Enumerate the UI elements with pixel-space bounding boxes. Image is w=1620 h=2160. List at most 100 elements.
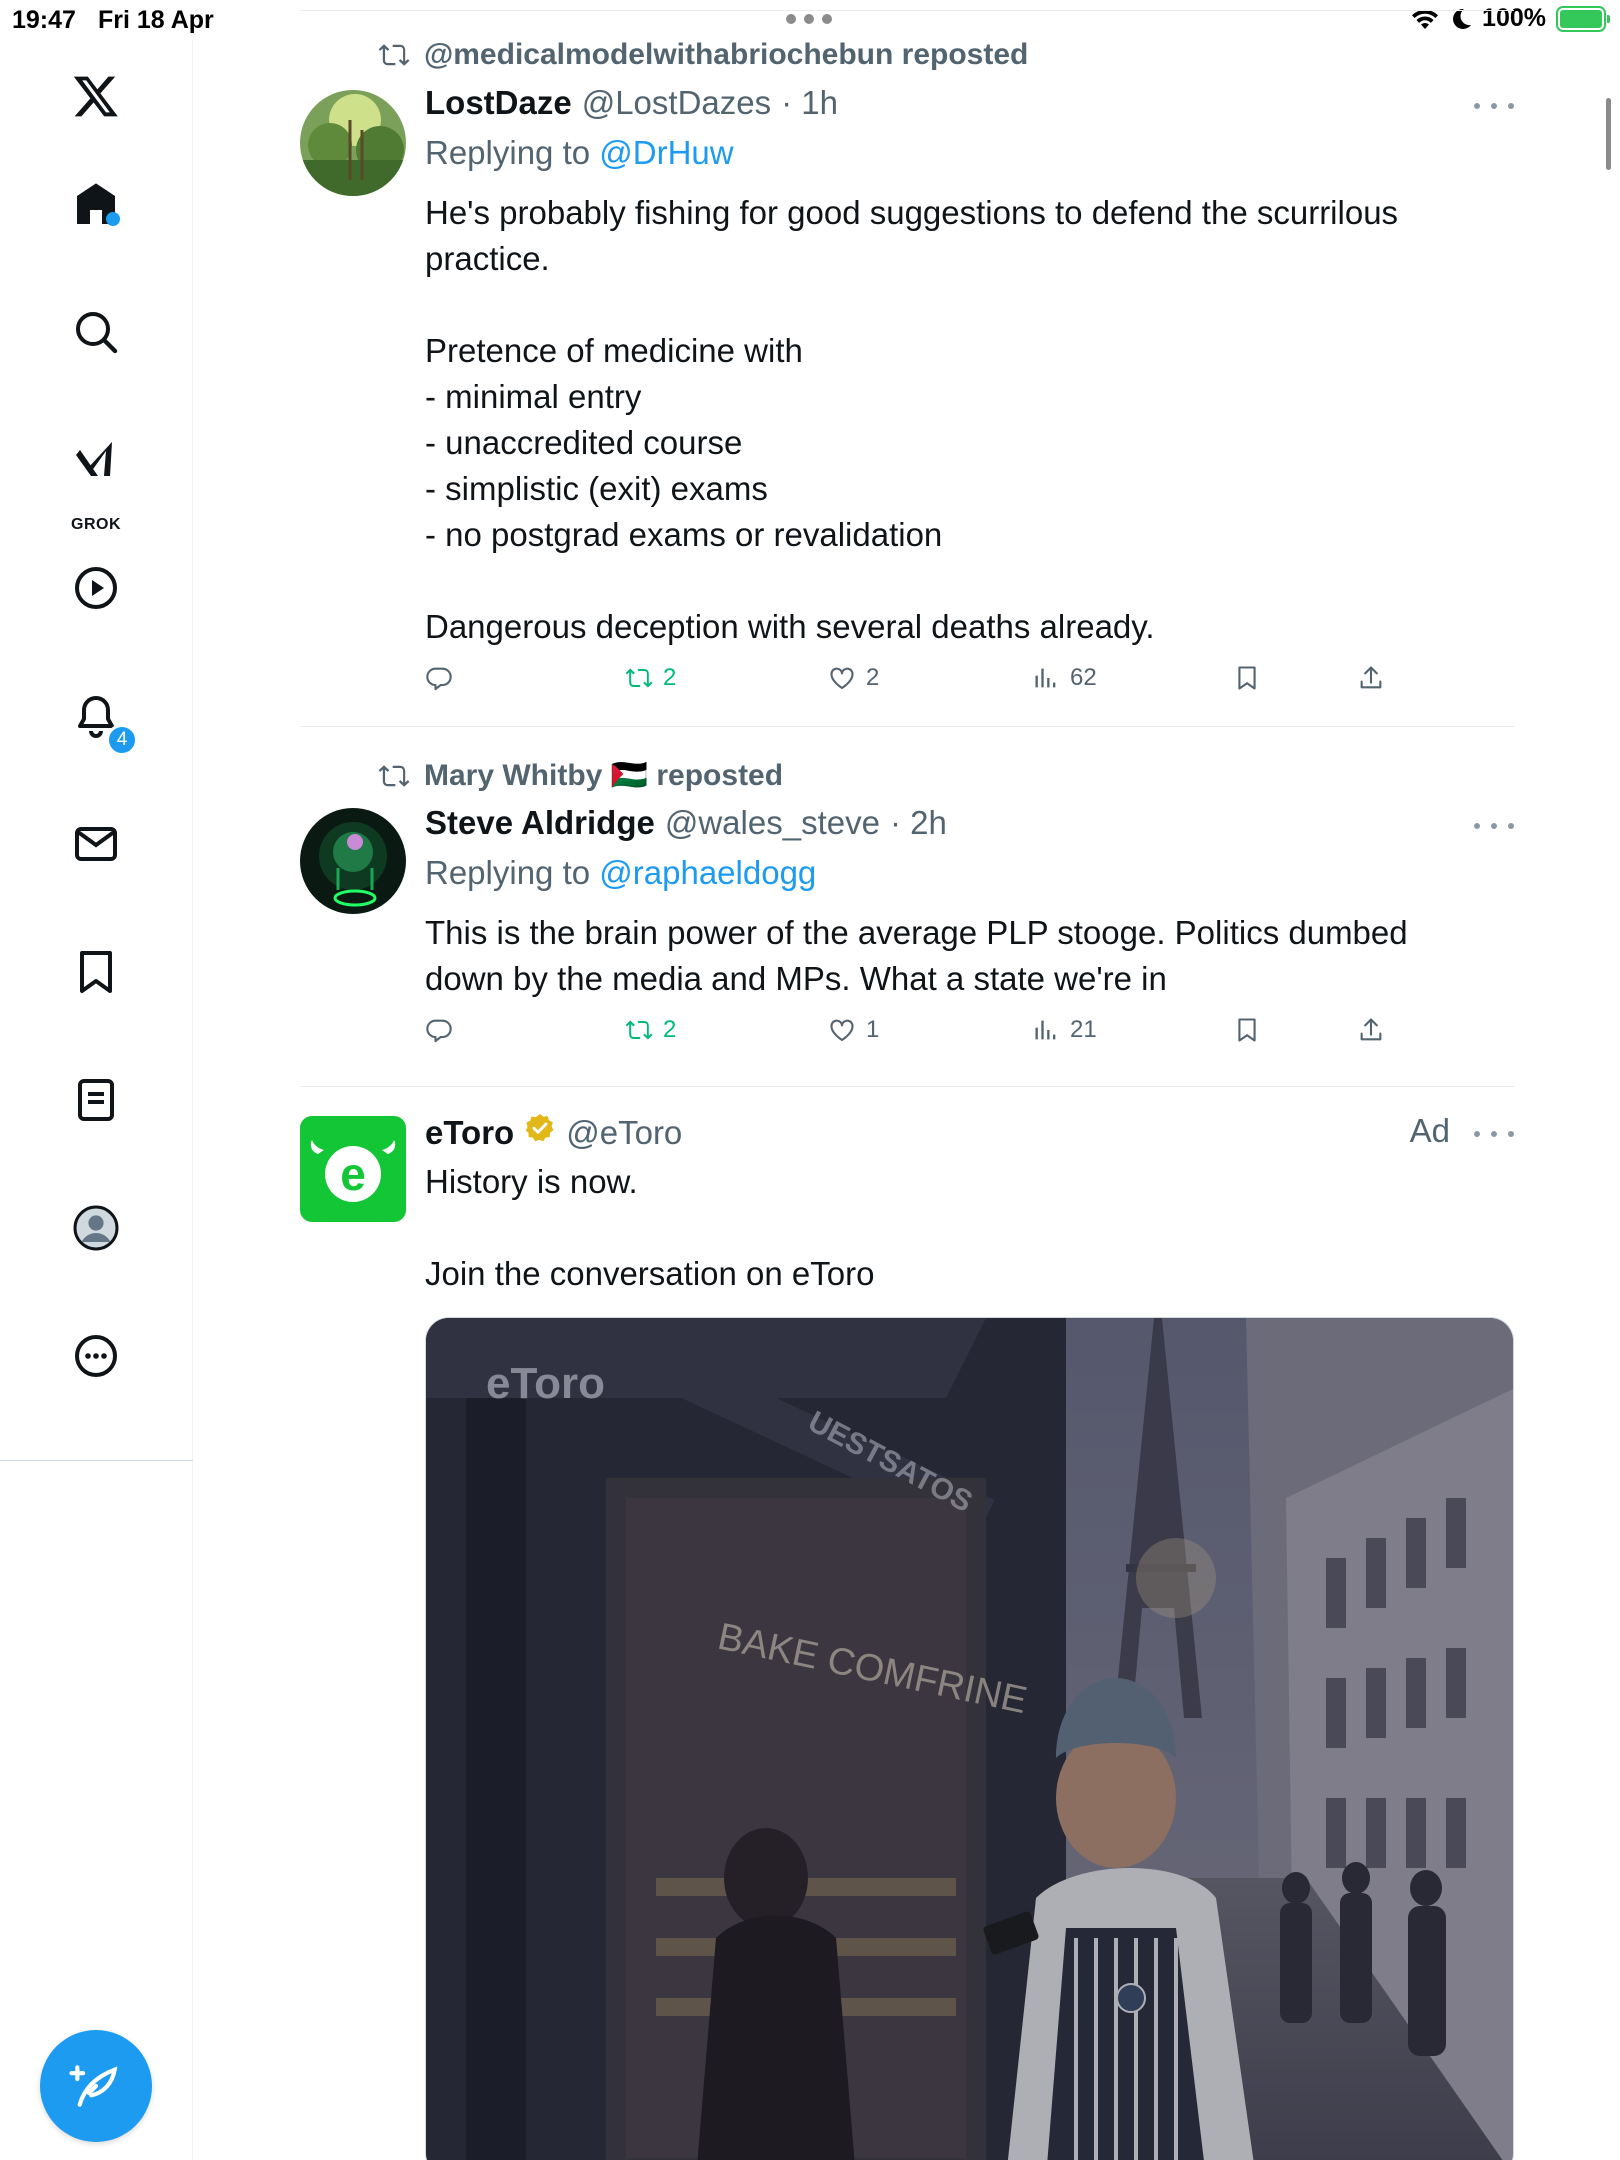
repost-button[interactable]: 2 — [625, 664, 676, 692]
reply-icon — [426, 667, 452, 691]
repost-icon — [378, 44, 410, 66]
tweet-line: Dangerous deception with several deaths … — [425, 608, 1155, 645]
views-icon — [1035, 1020, 1056, 1040]
tweet-time[interactable]: · 2h — [890, 804, 947, 842]
sidebar: GROK 4 — [0, 40, 193, 2160]
share-icon — [1360, 666, 1382, 689]
play-icon[interactable] — [60, 552, 132, 624]
list-icon[interactable] — [60, 1064, 132, 1136]
tweet-time[interactable]: · 1h — [781, 84, 838, 122]
tweet-line: Join the conversation on eToro — [425, 1255, 875, 1292]
status-time: 19:47 — [12, 6, 76, 34]
share-button[interactable] — [1357, 664, 1385, 692]
reply-button[interactable] — [425, 1016, 453, 1044]
repost-indicator: Mary Whitby 🇵🇸 reposted — [378, 758, 783, 793]
like-button[interactable]: 2 — [828, 664, 879, 692]
more-options-icon[interactable] — [1474, 1124, 1514, 1144]
reply-to-handle[interactable]: @DrHuw — [599, 134, 733, 171]
share-icon — [1360, 1018, 1382, 1041]
divider — [300, 726, 1514, 727]
tweet-line: practice. — [425, 240, 550, 277]
tweet-header: Steve Aldridge @wales_steve · 2h — [425, 804, 947, 842]
replying-to: Replying to @raphaeldogg — [425, 854, 816, 892]
status-date: Fri 18 Apr — [98, 6, 214, 34]
status-indicators: 100% — [1410, 4, 1610, 33]
compose-icon — [69, 2065, 118, 2107]
tweet-line: He's probably fishing for good suggestio… — [425, 194, 1399, 231]
x-logo-icon[interactable] — [60, 60, 132, 132]
share-button[interactable] — [1357, 1016, 1385, 1044]
tweet-line: - unaccredited course — [425, 424, 743, 461]
heart-icon — [830, 667, 854, 689]
repost-by[interactable]: Mary Whitby 🇵🇸 reposted — [424, 758, 783, 793]
tweet-header: LostDaze @LostDazes · 1h — [425, 84, 838, 122]
grok-icon[interactable] — [60, 424, 132, 496]
svg-text:e: e — [340, 1148, 366, 1200]
tweet-actions: 2 2 62 — [425, 664, 1405, 704]
repost-by[interactable]: @medicalmodelwithabriochebun reposted — [424, 38, 1028, 72]
repost-indicator: @medicalmodelwithabriochebun reposted — [378, 38, 1028, 72]
views-button[interactable]: 62 — [1032, 664, 1097, 692]
avatar[interactable] — [300, 808, 406, 914]
repost-icon — [378, 764, 410, 787]
profile-icon[interactable] — [60, 1192, 132, 1264]
reply-button[interactable] — [425, 664, 453, 692]
display-name[interactable]: LostDaze — [425, 84, 572, 122]
bookmark-icon — [1238, 666, 1256, 690]
mail-icon[interactable] — [60, 808, 132, 880]
tweet-line: - simplistic (exit) exams — [425, 470, 768, 507]
display-name[interactable]: Steve Aldridge — [425, 804, 655, 842]
display-name[interactable]: eToro — [425, 1114, 514, 1152]
view-count: 21 — [1070, 1016, 1097, 1043]
compose-button[interactable] — [40, 2030, 152, 2142]
tweet-line — [425, 558, 1485, 604]
bookmark-icon — [1238, 1018, 1256, 1042]
repost-count: 2 — [663, 664, 677, 691]
tweet-actions: 2 1 21 — [425, 1016, 1405, 1056]
repost-count: 2 — [663, 1016, 677, 1043]
more-options-icon[interactable] — [1474, 816, 1514, 836]
views-button[interactable]: 21 — [1032, 1016, 1097, 1044]
user-handle[interactable]: @eToro — [566, 1114, 682, 1152]
tweet-line: - no postgrad exams or revalidation — [425, 516, 943, 553]
tweet-text: History is now. Join the conversation on… — [425, 1159, 1485, 1297]
replying-to: Replying to @DrHuw — [425, 134, 734, 172]
search-icon[interactable] — [60, 296, 132, 368]
like-count: 2 — [866, 664, 880, 691]
grok-label: GROK — [71, 516, 121, 533]
tweet-text: This is the brain power of the average P… — [425, 910, 1485, 1002]
views-icon — [1035, 668, 1056, 688]
view-count: 62 — [1070, 664, 1097, 691]
tweet-header: eToro @eToro — [425, 1112, 682, 1152]
multitasking-dots-icon[interactable] — [786, 14, 832, 24]
repost-icon — [625, 668, 653, 688]
divider — [300, 10, 1514, 11]
replying-to-label: Replying to — [425, 134, 591, 171]
bookmark-button[interactable] — [1233, 1016, 1261, 1044]
avatar[interactable] — [300, 90, 406, 196]
more-icon[interactable] — [60, 1320, 132, 1392]
verified-badge-icon — [525, 1114, 554, 1142]
user-handle[interactable]: @LostDazes — [582, 84, 771, 122]
reply-to-handle[interactable]: @raphaeldogg — [599, 854, 816, 891]
scrollbar[interactable] — [1606, 98, 1611, 170]
more-options-icon[interactable] — [1474, 96, 1514, 116]
tweet-text: He's probably fishing for good suggestio… — [425, 190, 1485, 650]
like-count: 1 — [866, 1016, 880, 1043]
home-icon[interactable] — [60, 168, 132, 240]
divider — [300, 1086, 1514, 1087]
sidebar-divider — [0, 1460, 193, 1461]
battery-percent: 100% — [1482, 4, 1546, 32]
repost-button[interactable]: 2 — [625, 1016, 676, 1044]
tweet-line: Pretence of medicine with — [425, 332, 803, 369]
user-handle[interactable]: @wales_steve — [665, 804, 880, 842]
tweet-line: This is the brain power of the average P… — [425, 914, 1408, 951]
etoro-avatar[interactable]: e — [300, 1116, 406, 1222]
repost-icon — [625, 1020, 653, 1040]
bookmark-icon[interactable] — [60, 936, 132, 1008]
ad-media-video[interactable]: eToro UESTSATOS BAKE COMFRINE — [425, 1317, 1514, 2160]
tweet-line — [425, 1205, 1485, 1251]
notifications-badge: 4 — [106, 724, 138, 756]
bookmark-button[interactable] — [1233, 664, 1261, 692]
like-button[interactable]: 1 — [828, 1016, 879, 1044]
